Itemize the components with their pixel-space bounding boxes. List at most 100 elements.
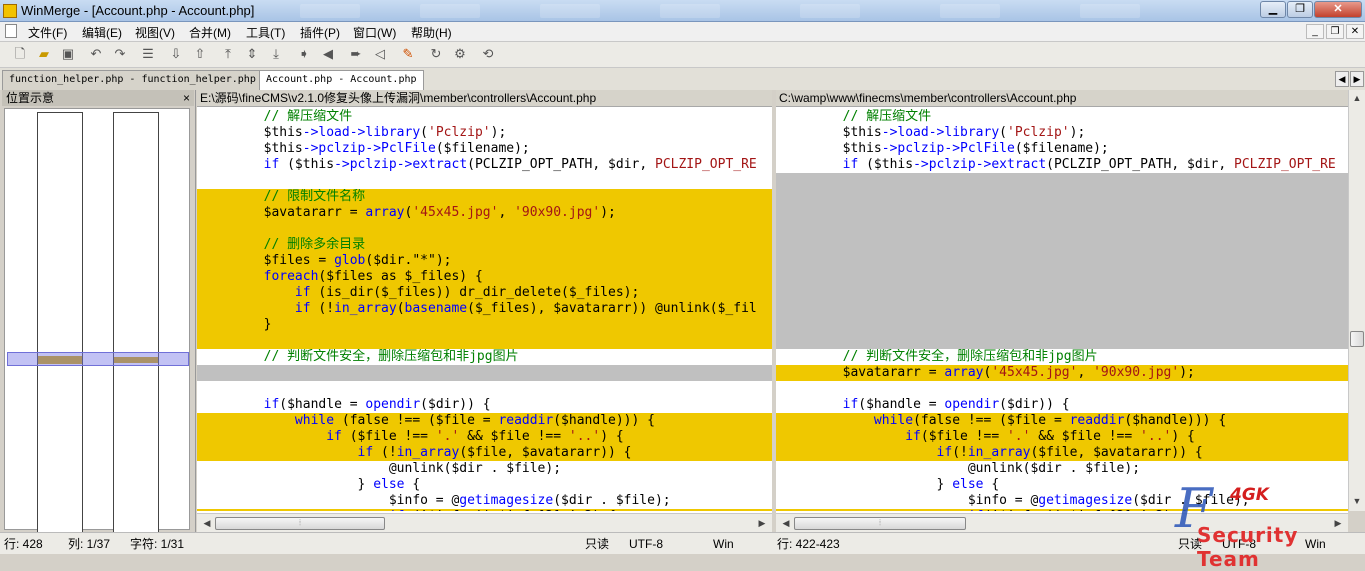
maximize-button[interactable]: ❐ — [1287, 1, 1313, 18]
vertical-scroll-thumb[interactable] — [1350, 331, 1364, 347]
document-menu-icon[interactable] — [5, 24, 17, 38]
location-pane-close-icon[interactable]: × — [183, 90, 190, 106]
menu-tools[interactable]: 工具(T) — [246, 24, 285, 41]
code-line[interactable]: if ($this->pclzip->extract(PCLZIP_OPT_PA… — [776, 157, 1348, 173]
code-line[interactable] — [776, 237, 1348, 253]
code-line[interactable] — [776, 253, 1348, 269]
mdi-minimize-icon[interactable]: _ — [1306, 24, 1324, 39]
code-line[interactable]: } else { — [197, 477, 772, 493]
plugin-icon[interactable]: ⟲ — [480, 46, 496, 62]
right-horizontal-scrollbar[interactable]: ◀ ⦙ ▶ — [776, 513, 1348, 532]
code-line[interactable]: // 判断文件安全，删除压缩包和非jpg图片 — [197, 349, 772, 365]
code-line[interactable]: if(!in_array($file, $avatararr)) { — [776, 445, 1348, 461]
code-line[interactable]: } else { — [776, 477, 1348, 493]
code-line[interactable]: $avatararr = array('45x45.jpg', '90x90.j… — [197, 205, 772, 221]
code-line[interactable] — [776, 381, 1348, 397]
code-line[interactable] — [197, 173, 772, 189]
code-line[interactable] — [776, 173, 1348, 189]
menu-merge[interactable]: 合并(M) — [189, 24, 231, 41]
code-line[interactable]: @unlink($dir . $file); — [197, 461, 772, 477]
code-line[interactable]: if (!in_array($file, $avatararr)) { — [197, 445, 772, 461]
mdi-close-icon[interactable]: ✕ — [1346, 24, 1364, 39]
scroll-up-icon[interactable]: ▲ — [1351, 92, 1363, 104]
code-line[interactable]: if (!$info || $info[2] !=2) { — [197, 509, 772, 511]
location-map[interactable] — [4, 108, 190, 542]
left-code-view[interactable]: // 解压缩文件 $this->load->library('Pclzip');… — [197, 109, 772, 511]
code-line[interactable]: if ($file !== '.' && $file !== '..') { — [197, 429, 772, 445]
copy-right-advance-icon[interactable]: ➨ — [348, 46, 364, 62]
scroll-thumb[interactable]: ⦙ — [215, 517, 385, 530]
code-line[interactable]: $avatararr = array('45x45.jpg', '90x90.j… — [776, 365, 1348, 381]
save-icon[interactable]: ▣ — [60, 46, 76, 62]
tab-function-helper[interactable]: function_helper.php - function_helper.ph… — [2, 70, 263, 90]
undo-icon[interactable]: ↶ — [88, 46, 104, 62]
copy-left-icon[interactable]: ◀ — [320, 46, 336, 62]
scroll-right-icon[interactable]: ▶ — [1332, 517, 1344, 529]
code-line[interactable] — [197, 221, 772, 237]
menu-view[interactable]: 视图(V) — [135, 24, 175, 41]
left-file-pane[interactable]: E:\源码\fineCMS\v2.1.0修复头像上传漏洞\member\cont… — [197, 90, 772, 532]
code-line[interactable] — [776, 285, 1348, 301]
code-line[interactable]: $this->pclzip->PclFile($filename); — [776, 141, 1348, 157]
code-line[interactable] — [197, 333, 772, 349]
code-line[interactable]: $info = @getimagesize($dir . $file); — [197, 493, 772, 509]
code-line[interactable]: if ($this->pclzip->extract(PCLZIP_OPT_PA… — [197, 157, 772, 173]
code-line[interactable] — [776, 301, 1348, 317]
options-icon[interactable]: ✎ — [400, 46, 416, 62]
code-line[interactable]: } — [197, 317, 772, 333]
code-line[interactable]: $this->load->library('Pclzip'); — [197, 125, 772, 141]
left-horizontal-scrollbar[interactable]: ◀ ⦙ ▶ — [197, 513, 772, 532]
diff-list-icon[interactable]: ☰ — [140, 46, 156, 62]
new-file-icon[interactable]: 🗋 — [12, 46, 28, 62]
code-line[interactable]: if (!in_array(basename($_files), $avatar… — [197, 301, 772, 317]
code-line[interactable] — [776, 189, 1348, 205]
code-line[interactable]: if (is_dir($_files)) dr_dir_delete($_fil… — [197, 285, 772, 301]
tab-scroll-left-icon[interactable]: ◀ — [1335, 71, 1349, 87]
refresh-icon[interactable]: ↻ — [428, 46, 444, 62]
open-icon[interactable]: ▰ — [36, 46, 52, 62]
first-diff-icon[interactable]: ⤒ — [220, 46, 236, 62]
code-line[interactable]: while(false !== ($file = readdir($handle… — [776, 413, 1348, 429]
copy-right-icon[interactable]: ➧ — [296, 46, 312, 62]
code-line[interactable]: // 删除多余目录 — [197, 237, 772, 253]
right-file-pane[interactable]: C:\wamp\www\finecms\member\controllers\A… — [776, 90, 1348, 532]
menu-edit[interactable]: 编辑(E) — [82, 24, 122, 41]
scroll-left-icon[interactable]: ◀ — [780, 517, 792, 529]
prev-diff-icon[interactable]: ⇧ — [192, 46, 208, 62]
code-line[interactable]: $this->load->library('Pclzip'); — [776, 125, 1348, 141]
code-line[interactable]: $info = @getimagesize($dir . $file); — [776, 493, 1348, 509]
code-line[interactable]: // 解压缩文件 — [197, 109, 772, 125]
close-button[interactable]: ✕ — [1314, 1, 1362, 18]
tab-scroll-right-icon[interactable]: ▶ — [1350, 71, 1364, 87]
code-line[interactable]: if($handle = opendir($dir)) { — [776, 397, 1348, 413]
copy-left-advance-icon[interactable]: ◁ — [372, 46, 388, 62]
menu-file[interactable]: 文件(F) — [28, 24, 67, 41]
code-line[interactable] — [776, 333, 1348, 349]
code-line[interactable] — [776, 317, 1348, 333]
mdi-restore-icon[interactable]: ❐ — [1326, 24, 1344, 39]
code-line[interactable]: @unlink($dir . $file); — [776, 461, 1348, 477]
scroll-right-icon[interactable]: ▶ — [756, 517, 768, 529]
code-line[interactable]: if($file !== '.' && $file !== '..') { — [776, 429, 1348, 445]
tab-account[interactable]: Account.php - Account.php — [259, 70, 424, 90]
code-line[interactable]: $this->pclzip->PclFile($filename); — [197, 141, 772, 157]
code-line[interactable] — [776, 205, 1348, 221]
code-line[interactable]: if(!$info || $info[2] !=2) { — [776, 509, 1348, 511]
code-line[interactable] — [197, 381, 772, 397]
code-line[interactable]: // 解压缩文件 — [776, 109, 1348, 125]
right-code-view[interactable]: // 解压缩文件 $this->load->library('Pclzip');… — [776, 109, 1348, 511]
code-line[interactable]: while (false !== ($file = readdir($handl… — [197, 413, 772, 429]
menu-plugins[interactable]: 插件(P) — [300, 24, 340, 41]
menu-window[interactable]: 窗口(W) — [353, 24, 396, 41]
scroll-thumb[interactable]: ⦙ — [794, 517, 966, 530]
code-line[interactable]: if($handle = opendir($dir)) { — [197, 397, 772, 413]
last-diff-icon[interactable]: ⤓ — [268, 46, 284, 62]
code-line[interactable] — [776, 269, 1348, 285]
next-diff-icon[interactable]: ⇩ — [168, 46, 184, 62]
code-line[interactable]: // 判断文件安全，删除压缩包和非jpg图片 — [776, 349, 1348, 365]
location-viewport[interactable] — [7, 352, 189, 366]
scroll-down-icon[interactable]: ▼ — [1351, 495, 1363, 507]
code-line[interactable]: // 限制文件名称 — [197, 189, 772, 205]
code-line[interactable] — [197, 365, 772, 381]
minimize-button[interactable]: ▁ — [1260, 1, 1286, 18]
